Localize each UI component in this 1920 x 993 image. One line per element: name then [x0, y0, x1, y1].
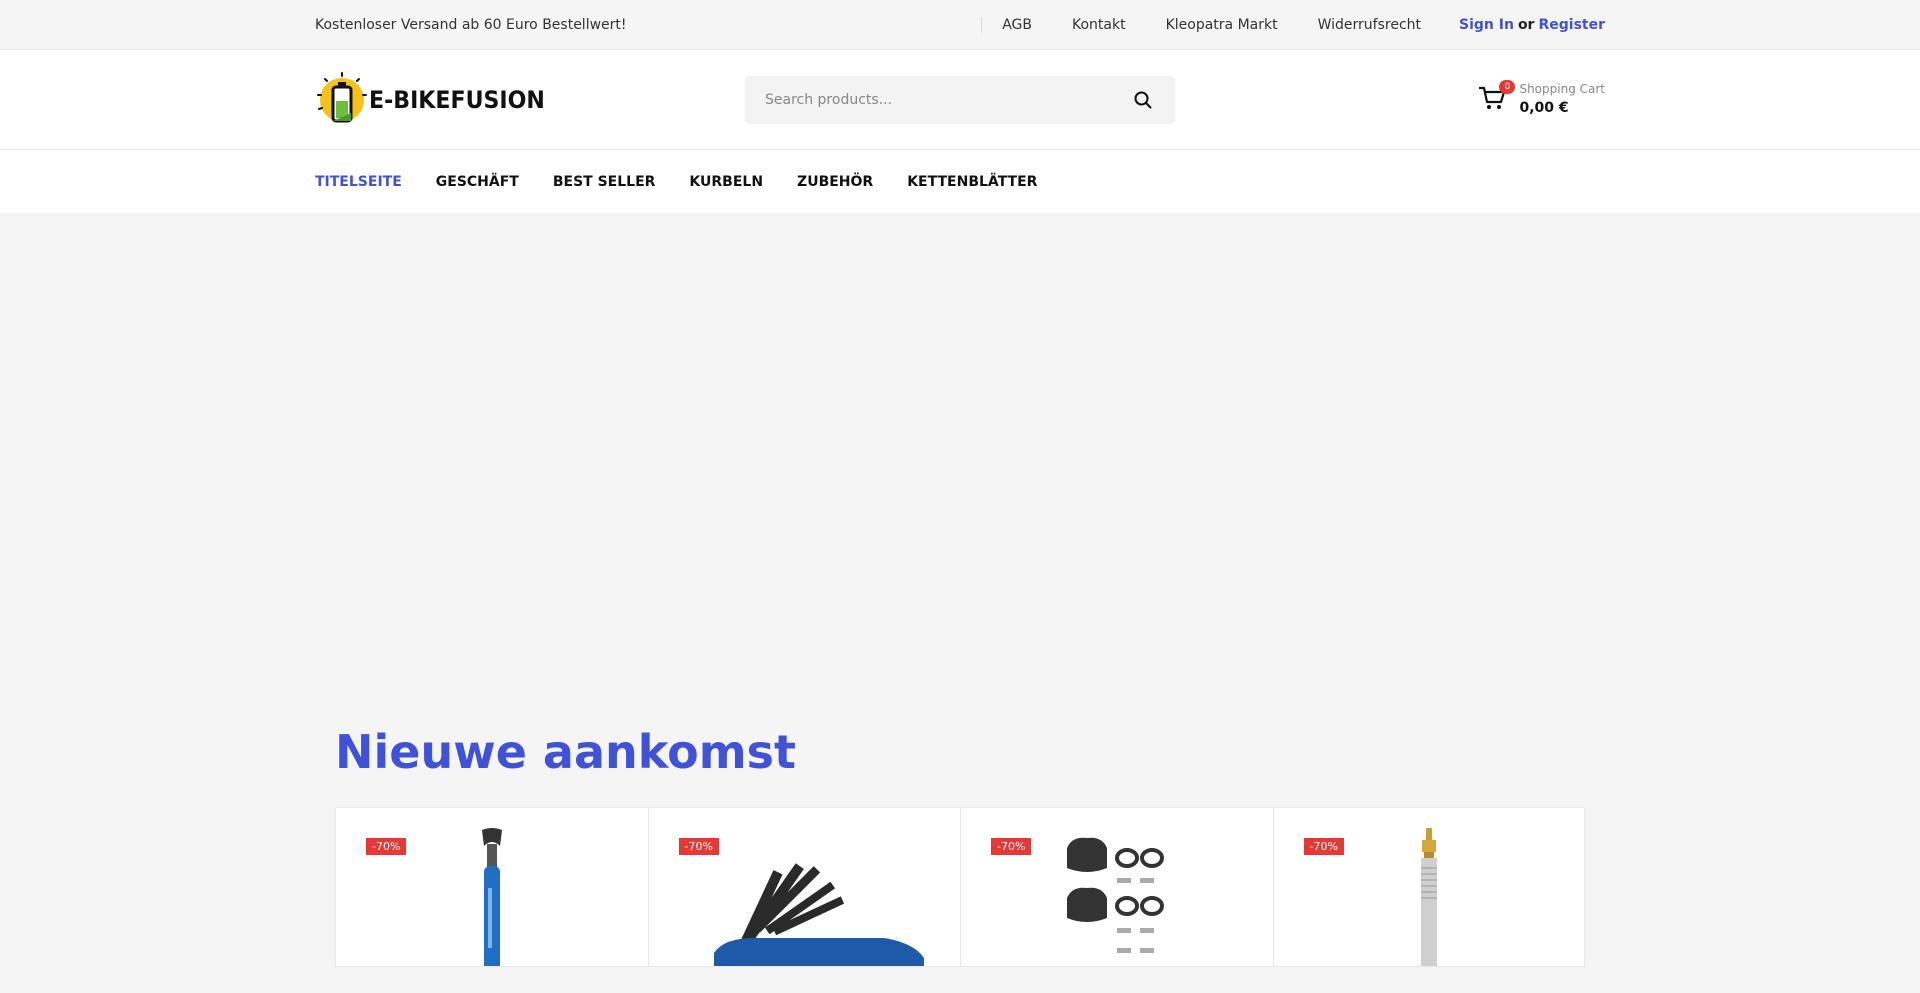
cart-summary: Shopping Cart 0,00 €: [1519, 82, 1605, 116]
site-logo[interactable]: E-BIKEFUSION: [315, 71, 560, 129]
nav-item-best-seller[interactable]: BEST SELLER: [553, 174, 656, 190]
link-widerrufsrecht[interactable]: Widerrufsrecht: [1318, 17, 1421, 33]
search-bar: [745, 76, 1175, 124]
search-input[interactable]: [765, 92, 1131, 108]
main-nav: TITELSEITE GESCHÄFT BEST SELLER KURBELN …: [0, 150, 1920, 213]
sale-badge: -70%: [1303, 838, 1344, 855]
cart-label: Shopping Cart: [1519, 82, 1605, 96]
sign-in-link[interactable]: Sign In: [1459, 17, 1514, 33]
battery-logo-icon: [315, 71, 369, 129]
shipping-promo: Kostenloser Versand ab 60 Euro Bestellwe…: [315, 16, 627, 33]
nav-item-kurbeln[interactable]: KURBELN: [689, 174, 763, 190]
search-icon[interactable]: [1131, 88, 1155, 112]
nav-item-geschaeft[interactable]: GESCHÄFT: [436, 174, 519, 190]
or-text: or: [1517, 16, 1535, 33]
link-kleopatra-markt[interactable]: Kleopatra Markt: [1166, 17, 1278, 33]
new-arrivals-section: Nieuwe aankomst -70% -70% -70% -70%: [335, 725, 1585, 967]
shopping-cart[interactable]: 0 Shopping Cart 0,00 €: [1479, 80, 1605, 116]
product-card[interactable]: -70%: [335, 807, 648, 967]
sale-badge: -70%: [991, 838, 1032, 855]
auth-links: Sign In or Register: [1459, 17, 1605, 33]
divider: [981, 16, 983, 33]
top-bar: Kostenloser Versand ab 60 Euro Bestellwe…: [0, 0, 1920, 50]
cart-total: 0,00 €: [1519, 100, 1569, 116]
product-grid: -70% -70% -70% -70%: [335, 807, 1585, 967]
pedal-wrench-image[interactable]: [472, 828, 512, 966]
cart-icon[interactable]: 0: [1479, 80, 1516, 116]
hero-banner: [0, 213, 1920, 743]
hex-key-tool-image[interactable]: [684, 828, 925, 966]
link-kontakt[interactable]: Kontakt: [1072, 17, 1126, 33]
nav-item-titelseite[interactable]: TITELSEITE: [315, 174, 402, 190]
logo-text: E-BIKEFUSION: [369, 85, 545, 114]
link-agb[interactable]: AGB: [1002, 17, 1032, 33]
presta-valve-image[interactable]: [1409, 828, 1449, 966]
product-card[interactable]: -70%: [1272, 807, 1585, 967]
product-card[interactable]: -70%: [960, 807, 1273, 967]
nav-item-zubehoer[interactable]: ZUBEHÖR: [797, 174, 873, 190]
register-link[interactable]: Register: [1538, 17, 1605, 33]
cart-count-badge: 0: [1499, 80, 1516, 94]
sale-badge: -70%: [366, 838, 407, 855]
nav-item-kettenblaetter[interactable]: KETTENBLÄTTER: [907, 174, 1037, 190]
product-card[interactable]: -70%: [647, 807, 960, 967]
pedal-cleats-image[interactable]: [1062, 828, 1172, 966]
section-title: Nieuwe aankomst: [335, 725, 797, 779]
site-header: E-BIKEFUSION 0 Shopping Cart 0,00 €: [0, 50, 1920, 150]
